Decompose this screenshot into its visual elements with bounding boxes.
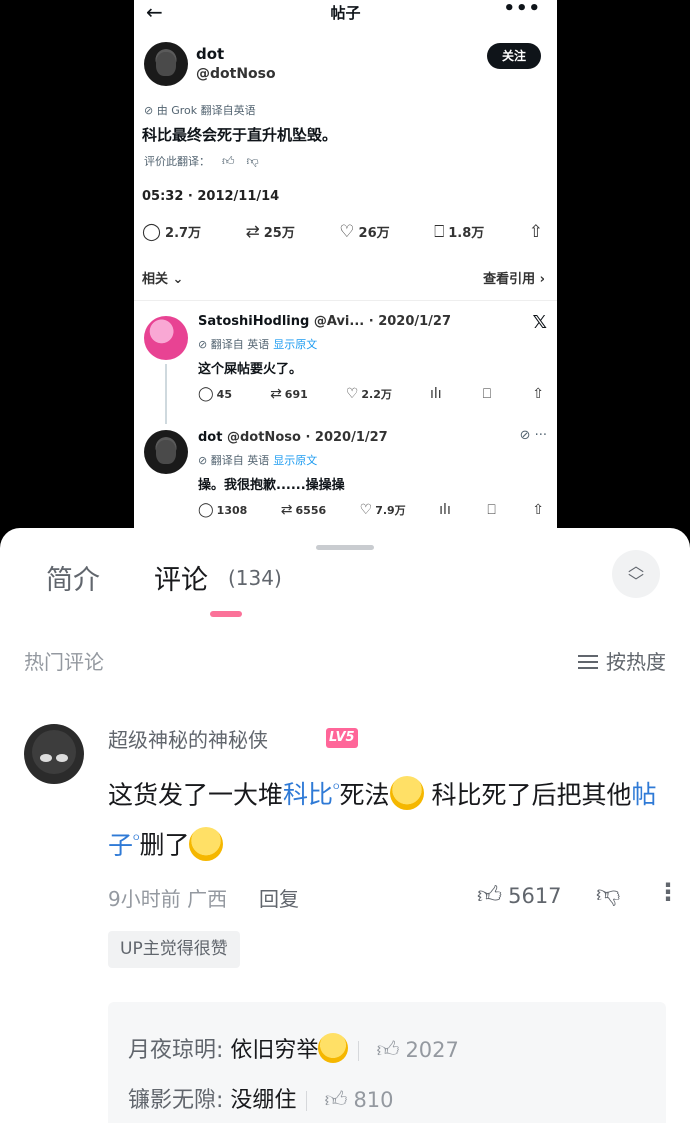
- tab-comments[interactable]: 评论: [154, 558, 208, 597]
- share-icon: ⇧: [532, 502, 544, 518]
- reply-translation: ⊘ 翻译自 英语 显示原文: [198, 454, 318, 467]
- reply-actions: ◯ 1308 ⇄ 6556 ♡ 7.9万 ılı ⎕ ⇧: [198, 502, 544, 518]
- thumb-down-icon: 👎︎: [596, 880, 621, 908]
- laughing-crying-emoji-icon: [189, 826, 224, 861]
- up-liked-badge: UP主觉得很赞: [108, 931, 240, 968]
- sub-comment-user: 镰影无隙:: [128, 1088, 224, 1113]
- tweet-rate-translation: 评价此翻译： 👍︎ 👎︎: [144, 154, 259, 168]
- reply-actions: ◯ 45 ⇄ 691 ♡ 2.2万 ılı ⎕ ⇧: [198, 386, 544, 402]
- retweet-icon: ⇄: [270, 386, 282, 402]
- divider: [134, 300, 557, 301]
- heart-icon: ♡: [345, 386, 359, 402]
- keyword-link[interactable]: 科比ᴼ: [283, 780, 339, 809]
- share-icon: ⇧: [532, 386, 544, 402]
- reply-header: dot @dotNoso · 2020/1/27: [198, 430, 388, 445]
- thumb-up-icon: 👍︎: [324, 1088, 348, 1113]
- tweet-screenshot: ← 帖子 ••• dot @dotNoso 关注 ⊘ 由 Grok 翻译自英语 …: [134, 0, 557, 540]
- screen: ← 帖子 ••• dot @dotNoso 关注 ⊘ 由 Grok 翻译自英语 …: [0, 0, 690, 1123]
- share-icon: ⇧: [528, 222, 543, 242]
- reply-header: SatoshiHodling @Avi... · 2020/1/27: [198, 314, 452, 329]
- views-icon: ılı: [439, 502, 451, 518]
- tweet-author-handle: @dotNoso: [196, 66, 276, 82]
- tweet-author-name: dot: [196, 45, 225, 63]
- sub-comments-box[interactable]: 月夜琼明: 依旧穷举 👍︎ 2027 镰影无隙: 没绷住 👍︎ 810: [108, 1002, 666, 1123]
- thumb-up-icon: 👍︎: [222, 154, 235, 168]
- sub-comment[interactable]: 月夜琼明: 依旧穷举 👍︎ 2027: [128, 1032, 459, 1066]
- retweet-icon: ⇄: [245, 222, 260, 242]
- tweet-text: 科比最终会死于直升机坠毁。: [142, 126, 338, 144]
- tweet-page-title: 帖子: [330, 4, 361, 22]
- laughing-crying-emoji-icon: [389, 776, 424, 811]
- tweet-related: 相关 ⌄: [142, 272, 184, 287]
- comment-panel: 简介 评论 (134) ︿ ﹀ 热门评论 按热度 超级神秘的神秘侠 LV5 这货发…: [0, 528, 690, 1123]
- retweet-icon: ⇄: [280, 502, 293, 518]
- bookmark-icon: ⎕: [487, 502, 496, 518]
- tweet-view-quotes: 查看引用 ›: [483, 272, 545, 287]
- thumb-down-icon: 👎︎: [246, 154, 259, 168]
- tweet-translation-note: ⊘ 由 Grok 翻译自英语: [144, 104, 256, 117]
- tweet-follow-button: 关注: [487, 43, 541, 69]
- tweet-bookmark-count: ⎕ 1.8万: [434, 222, 485, 242]
- reply-icon: ◯: [198, 502, 214, 518]
- level-badge: LV5: [326, 728, 358, 748]
- laughing-crying-emoji-icon: [318, 1033, 349, 1063]
- sub-comment[interactable]: 镰影无隙: 没绷住 👍︎ 810: [128, 1082, 394, 1114]
- reply-text: 操。我很抱歉......操操操: [198, 478, 345, 493]
- thumb-up-icon: 👍︎: [477, 881, 503, 909]
- reply-icon: ◯: [142, 222, 162, 242]
- reply-translation: ⊘ 翻译自 英语 显示原文: [198, 338, 318, 351]
- reply-text: 这个屎帖要火了。: [198, 362, 303, 377]
- like-button[interactable]: 👍︎ 5617: [477, 881, 562, 910]
- sub-comment-likes: 👍︎ 2027: [376, 1038, 459, 1063]
- views-icon: ılı: [429, 386, 442, 402]
- tweet-timestamp: 05:32 · 2012/11/14: [142, 189, 280, 204]
- sub-comment-text: 没绷住: [230, 1088, 297, 1113]
- heart-icon: ♡: [339, 222, 355, 242]
- tab-intro[interactable]: 简介: [46, 558, 100, 597]
- sort-icon: [578, 654, 598, 669]
- reply-avatar: [144, 316, 188, 360]
- heart-icon: ♡: [359, 502, 373, 518]
- tweet-actions: ◯ 2.7万 ⇄ 25万 ♡ 26万 ⎕ 1.8万 ⇧: [142, 222, 547, 242]
- reply-avatar: [144, 430, 188, 474]
- tweet-retweet-count: ⇄ 25万: [245, 222, 295, 242]
- tweet-reply-count: ◯ 2.7万: [142, 222, 202, 242]
- hot-comments-label: 热门评论: [24, 650, 104, 674]
- tweet-like-count: ♡ 26万: [339, 222, 390, 242]
- comment-time-location: 9小时前 广西: [108, 887, 228, 911]
- tab-indicator: [210, 611, 242, 617]
- thumb-up-icon: 👍︎: [376, 1038, 400, 1063]
- sub-comment-likes: 👍︎ 810: [324, 1088, 394, 1113]
- comment-text: 这货发了一大堆科比ᴼ死法 科比死了后把其他帖子ᴼ删了: [108, 768, 668, 869]
- sub-comment-text: 依旧穷举: [230, 1038, 319, 1063]
- reply-icon: ◯: [198, 386, 214, 402]
- x-logo-icon: 𝕏: [532, 312, 547, 333]
- thread-line: [165, 364, 167, 424]
- more-icon: •••: [503, 0, 541, 19]
- sort-button[interactable]: 按热度: [578, 646, 666, 675]
- comment-username[interactable]: 超级神秘的神秘侠: [108, 724, 268, 753]
- more-options-icon[interactable]: ⋮: [656, 878, 680, 906]
- reply-button[interactable]: 回复: [259, 883, 299, 912]
- tweet-topbar: ← 帖子 •••: [134, 0, 557, 26]
- bookmark-icon: ⎕: [434, 222, 445, 242]
- drag-handle[interactable]: [316, 545, 374, 550]
- dislike-button[interactable]: 👎︎: [596, 880, 620, 909]
- tweet-author-avatar: [144, 42, 188, 86]
- bookmark-icon: ⎕: [482, 386, 492, 402]
- expand-toggle-button[interactable]: ︿ ﹀: [612, 550, 660, 598]
- avatar[interactable]: [24, 724, 84, 784]
- comment-count: (134): [228, 566, 282, 590]
- grok-icon: ⊘ ···: [519, 428, 547, 443]
- sub-comment-user: 月夜琼明:: [128, 1038, 224, 1063]
- chevron-down-icon: ﹀: [627, 572, 644, 591]
